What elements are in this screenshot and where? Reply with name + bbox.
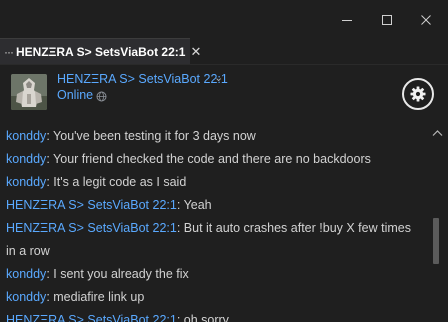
- message-text: Your friend checked the code and there a…: [53, 152, 371, 166]
- avatar[interactable]: [11, 74, 47, 110]
- scroll-up-icon[interactable]: [432, 124, 443, 142]
- message-sender[interactable]: konddy: [6, 290, 46, 304]
- close-icon: [421, 15, 431, 25]
- window-titlebar: [0, 0, 448, 38]
- tab-title: HENZΞRA S> SetsViaBot 22:1: [16, 44, 186, 59]
- message-sender[interactable]: konddy: [6, 129, 46, 143]
- maximize-button[interactable]: [375, 8, 399, 32]
- message-list[interactable]: konddy: You've been testing it for 3 day…: [0, 122, 426, 322]
- message-line: HENZΞRA S> SetsViaBot 22:1: oh sorry: [6, 309, 229, 322]
- message-sender[interactable]: HENZΞRA S> SetsViaBot 22:1: [6, 313, 177, 322]
- close-window-button[interactable]: [414, 8, 438, 32]
- tab-more-button[interactable]: ···: [0, 45, 14, 59]
- message-line: konddy: Your friend checked the code and…: [6, 152, 371, 166]
- message-line: HENZΞRA S> SetsViaBot 22:1: Yeah: [6, 198, 212, 212]
- message-text: oh sorry: [183, 313, 229, 322]
- message-line: konddy: mediafire link up: [6, 290, 145, 304]
- tab-close-button[interactable]: ✕: [190, 44, 201, 60]
- settings-button[interactable]: [402, 78, 434, 110]
- message-text: It's a legit code as I said: [53, 175, 187, 189]
- gear-icon: [410, 86, 426, 102]
- message-sender[interactable]: HENZΞRA S> SetsViaBot 22:1: [6, 198, 177, 212]
- message-text: mediafire link up: [53, 290, 145, 304]
- message-line: konddy: You've been testing it for 3 day…: [6, 129, 256, 143]
- status-text: Online: [57, 88, 94, 102]
- message-sender[interactable]: konddy: [6, 267, 46, 281]
- message-text: Yeah: [183, 198, 212, 212]
- message-line: konddy: It's a legit code as I said: [6, 175, 187, 189]
- message-text: I sent you already the fix: [53, 267, 189, 281]
- minimize-icon: [342, 20, 352, 21]
- message-text: You've been testing it for 3 days now: [53, 129, 256, 143]
- message-sender[interactable]: HENZΞRA S> SetsViaBot 22:1: [6, 221, 177, 235]
- chat-header: HENZΞRA S> SetsViaBot 22:1 ⌄ Online: [0, 64, 448, 121]
- chevron-down-icon[interactable]: ⌄: [214, 71, 223, 84]
- minimize-button[interactable]: [335, 8, 359, 32]
- message-line: konddy: I sent you already the fix: [6, 267, 189, 281]
- message-line: HENZΞRA S> SetsViaBot 22:1: But it auto …: [6, 221, 411, 258]
- maximize-icon: [382, 15, 392, 25]
- scrollbar-thumb[interactable]: [433, 218, 439, 264]
- globe-icon: [96, 89, 107, 107]
- contact-name[interactable]: HENZΞRA S> SetsViaBot 22:1: [57, 72, 228, 86]
- message-sender[interactable]: konddy: [6, 175, 46, 189]
- tab-strip: ··· HENZΞRA S> SetsViaBot 22:1 ✕: [0, 38, 448, 64]
- message-sender[interactable]: konddy: [6, 152, 46, 166]
- tab-conversation[interactable]: ··· HENZΞRA S> SetsViaBot 22:1 ✕: [0, 38, 201, 64]
